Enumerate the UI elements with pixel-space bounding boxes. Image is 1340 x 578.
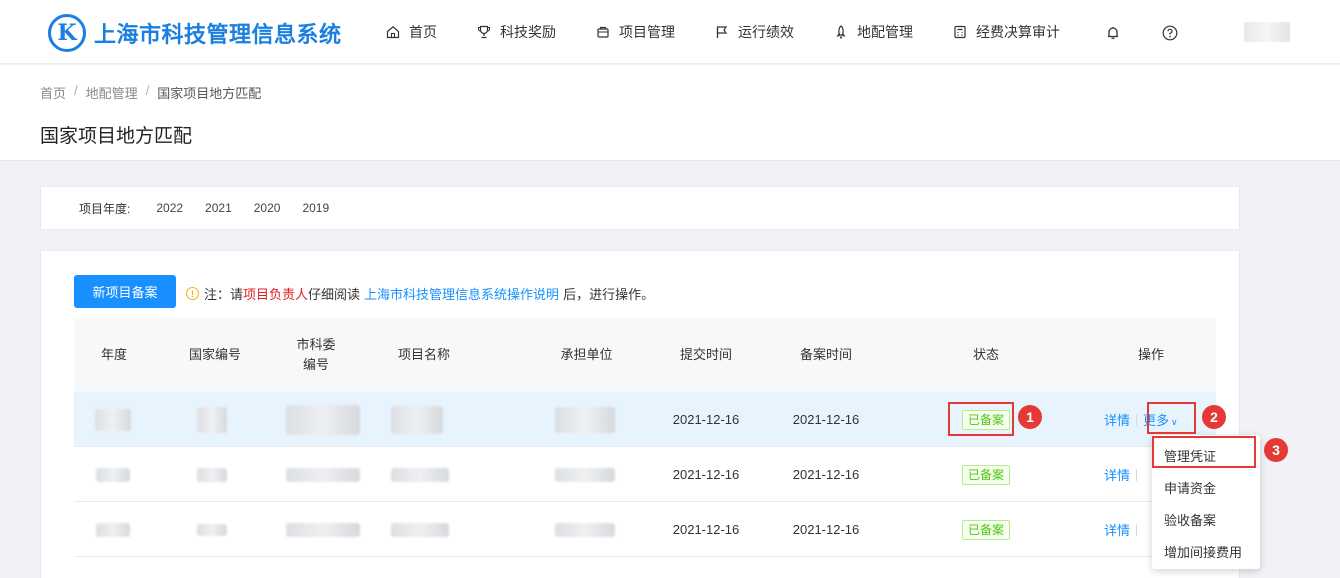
- app-title: 上海市科技管理信息系统: [94, 22, 342, 47]
- redacted-unit: [555, 406, 615, 433]
- redacted-city-no: [286, 522, 360, 537]
- bell-icon[interactable]: [1104, 24, 1122, 42]
- col-status: 状态: [972, 347, 999, 362]
- nav-label: 运行绩效: [738, 24, 794, 40]
- notice-highlight: 项目负责人: [243, 287, 309, 302]
- chevron-down-icon: ∨: [1171, 417, 1178, 427]
- top-nav-bar: K 上海市科技管理信息系统 首页 科技奖励 项目管理 运行绩效 地配管理 经费决…: [0, 0, 1340, 64]
- breadcrumb-current: 国家项目地方匹配: [157, 86, 262, 101]
- annotation-badge-3: 3: [1264, 438, 1288, 462]
- col-national-no: 国家编号: [188, 347, 241, 362]
- redacted-year: [95, 408, 131, 431]
- nav-item-local-matching[interactable]: 地配管理: [834, 0, 913, 64]
- flag-icon: [715, 25, 729, 39]
- submit-time: 2021-12-16: [672, 412, 740, 427]
- year-option-2022[interactable]: 2022: [156, 201, 183, 215]
- more-dropdown-button[interactable]: 更多 ∨: [1143, 410, 1178, 429]
- year-option-2020[interactable]: 2020: [254, 201, 281, 215]
- col-city-no: 市科委编号: [296, 337, 336, 372]
- redacted-project-name: [391, 522, 449, 537]
- home-icon: [386, 25, 400, 39]
- record-time: 2021-12-16: [792, 522, 860, 537]
- record-time: 2021-12-16: [792, 467, 860, 482]
- col-unit: 承担单位: [560, 347, 613, 362]
- action-divider: [1136, 413, 1138, 426]
- detail-link[interactable]: 详情: [1104, 520, 1130, 539]
- redacted-national-no: [197, 523, 227, 536]
- notice-text: ! 注：请 项目负责人 仔细阅读 上海市科技管理信息系统操作说明 后，进行操作。: [186, 284, 654, 303]
- table-row[interactable]: 2021-12-16 2021-12-16 已备案 详情: [74, 502, 1216, 557]
- submit-time: 2021-12-16: [672, 522, 740, 537]
- breadcrumb-local-matching[interactable]: 地配管理: [86, 83, 138, 102]
- nav-label: 地配管理: [857, 24, 913, 40]
- table-row[interactable]: 2021-12-16 2021-12-16 已备案 详情: [74, 447, 1216, 502]
- col-submit-time: 提交时间: [679, 347, 732, 362]
- manual-link[interactable]: 上海市科技管理信息系统操作说明: [364, 284, 559, 303]
- redacted-project-name: [391, 405, 443, 434]
- redacted-unit: [555, 522, 615, 537]
- breadcrumb-separator: /: [74, 83, 78, 98]
- redacted-city-no: [286, 404, 360, 435]
- new-project-button[interactable]: 新项目备案: [74, 275, 176, 308]
- redacted-unit: [555, 467, 615, 482]
- action-divider: [1136, 523, 1138, 536]
- nav-label: 经费决算审计: [976, 24, 1060, 40]
- detail-link[interactable]: 详情: [1104, 410, 1130, 429]
- year-filter-label: 项目年度:: [79, 201, 131, 216]
- redacted-national-no: [197, 406, 227, 433]
- main-nav: 首页 科技奖励 项目管理 运行绩效 地配管理 经费决算审计: [386, 0, 1100, 64]
- menu-item-manage-voucher[interactable]: 管理凭证: [1152, 439, 1260, 471]
- col-year: 年度: [100, 347, 127, 362]
- breadcrumb-home[interactable]: 首页: [40, 83, 66, 102]
- redacted-national-no: [197, 467, 227, 482]
- redacted-year: [96, 467, 130, 482]
- annotation-badge-2: 2: [1202, 405, 1226, 429]
- col-record-time: 备案时间: [799, 347, 852, 362]
- nav-label: 科技奖励: [500, 24, 556, 40]
- year-option-2019[interactable]: 2019: [302, 201, 329, 215]
- redacted-project-name: [391, 467, 449, 482]
- rocket-icon: [834, 25, 848, 39]
- annotation-badge-1: 1: [1018, 405, 1042, 429]
- year-option-2021[interactable]: 2021: [205, 201, 232, 215]
- nav-label: 首页: [409, 24, 437, 40]
- warning-icon: !: [186, 287, 199, 300]
- trophy-icon: [477, 25, 491, 39]
- page-title: 国家项目地方匹配: [40, 126, 193, 147]
- breadcrumb-separator: /: [145, 83, 150, 98]
- menu-item-apply-funds[interactable]: 申请资金: [1152, 471, 1260, 503]
- nav-item-awards[interactable]: 科技奖励: [477, 0, 556, 64]
- nav-item-performance[interactable]: 运行绩效: [715, 0, 794, 64]
- menu-item-add-indirect-cost[interactable]: 增加间接费用: [1152, 535, 1260, 567]
- calculator-icon: [953, 25, 967, 39]
- user-avatar[interactable]: [1244, 22, 1290, 42]
- app-logo[interactable]: K 上海市科技管理信息系统: [48, 14, 342, 52]
- nav-label: 项目管理: [619, 24, 675, 40]
- record-time: 2021-12-16: [792, 412, 860, 427]
- detail-link[interactable]: 详情: [1104, 465, 1130, 484]
- menu-item-acceptance-record[interactable]: 验收备案: [1152, 503, 1260, 535]
- logo-mark-icon: K: [48, 14, 86, 52]
- project-list-card: 新项目备案 ! 注：请 项目负责人 仔细阅读 上海市科技管理信息系统操作说明 后，进…: [40, 250, 1240, 578]
- more-actions-menu: 管理凭证 申请资金 验收备案 增加间接费用: [1152, 435, 1260, 569]
- help-icon[interactable]: [1161, 24, 1179, 42]
- status-badge: 已备案: [961, 409, 1010, 430]
- action-divider: [1136, 468, 1138, 481]
- status-badge: 已备案: [961, 519, 1010, 540]
- redacted-year: [96, 522, 130, 537]
- folder-icon: [596, 25, 610, 39]
- table-header: 年度 国家编号 市科委编号 项目名称 承担单位 提交时间 备案时间 状态 操作: [74, 318, 1216, 392]
- col-actions: 操作: [1137, 347, 1164, 362]
- page-header: 首页 / 地配管理 / 国家项目地方匹配 国家项目地方匹配: [0, 65, 1340, 161]
- status-badge: 已备案: [961, 464, 1010, 485]
- nav-item-audit[interactable]: 经费决算审计: [953, 0, 1060, 64]
- redacted-city-no: [286, 467, 360, 482]
- nav-item-home[interactable]: 首页: [386, 0, 437, 64]
- year-filter: 项目年度: 2022 2021 2020 2019: [40, 186, 1240, 230]
- submit-time: 2021-12-16: [672, 467, 740, 482]
- table-row[interactable]: 2021-12-16 2021-12-16 已备案 详情 更多 ∨: [74, 392, 1216, 447]
- col-project-name: 项目名称: [397, 347, 450, 362]
- nav-item-projects[interactable]: 项目管理: [596, 0, 675, 64]
- breadcrumb: 首页 / 地配管理 / 国家项目地方匹配: [40, 83, 261, 102]
